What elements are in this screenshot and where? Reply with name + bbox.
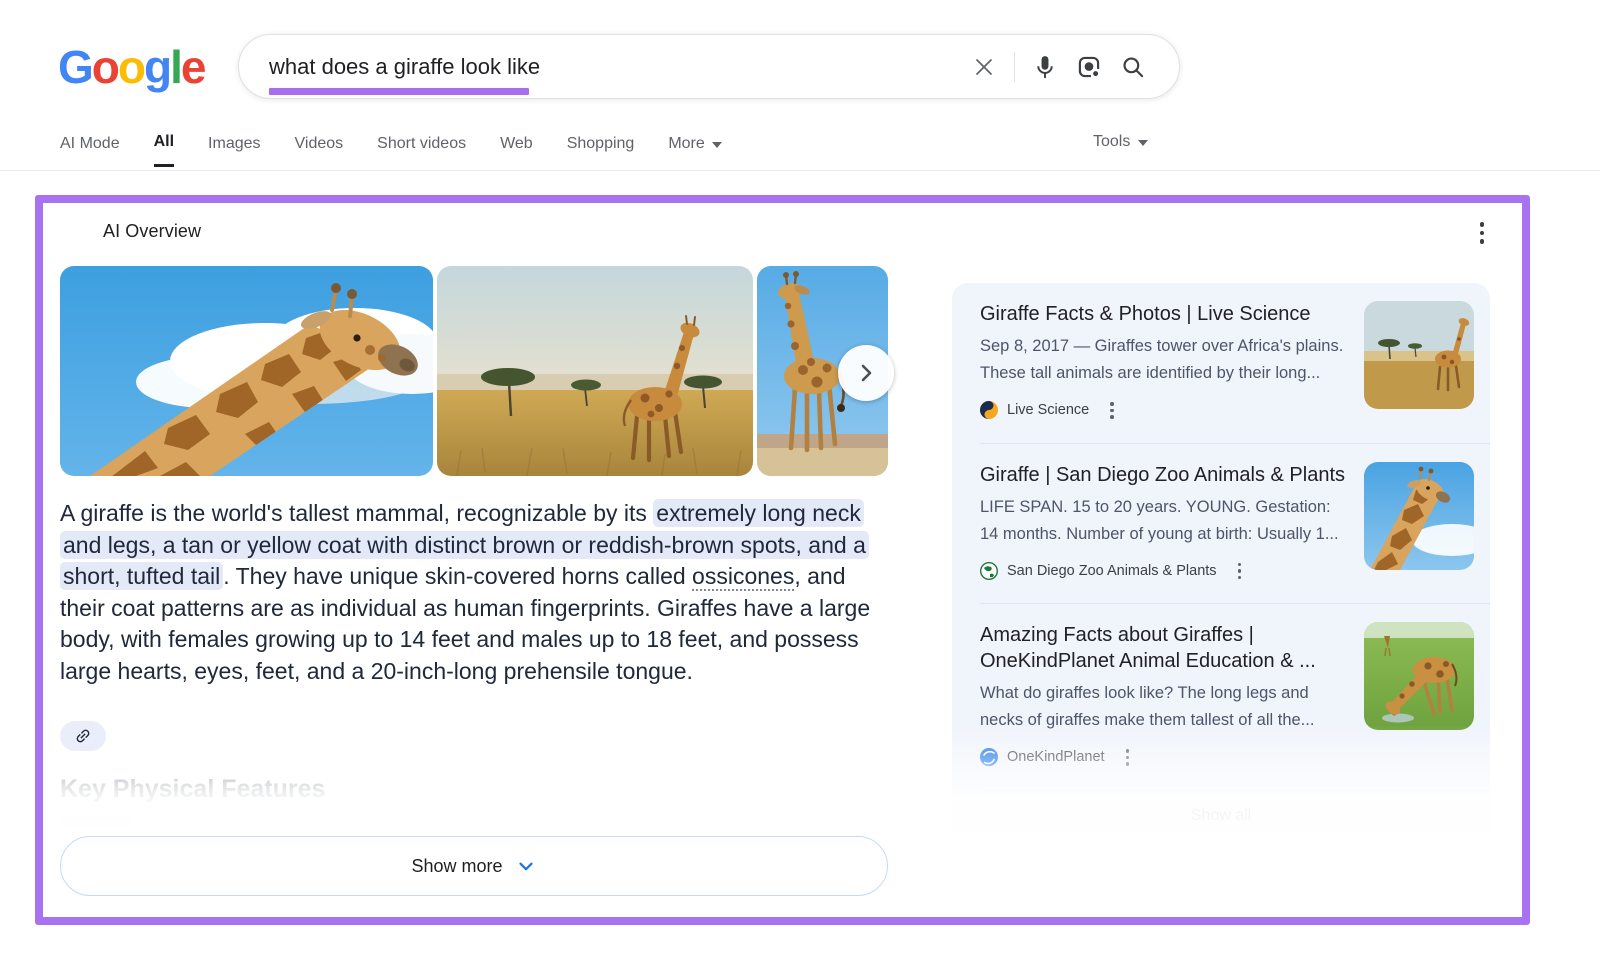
source-menu-button[interactable] [1122, 745, 1134, 770]
header-divider [0, 170, 1600, 171]
show-all-label: Show all [1191, 807, 1251, 825]
kebab-icon [1480, 222, 1485, 227]
image-search-button[interactable] [1067, 45, 1111, 89]
chevron-down-icon [1138, 140, 1148, 146]
tab-ai-mode[interactable]: AI Mode [60, 133, 120, 167]
logo-letter: o [92, 41, 118, 93]
source-snippet: Sep 8, 2017 — Giraffes tower over Africa… [980, 333, 1348, 387]
chevron-right-icon [853, 360, 879, 386]
tab-shopping[interactable]: Shopping [567, 133, 635, 167]
source-card-onekindplanet[interactable]: Amazing Facts about Giraffes | OneKindPl… [952, 604, 1490, 790]
answer-segment: . They have unique skin-covered horns ca… [223, 563, 692, 589]
ai-sparkle-icon [62, 217, 90, 245]
tab-web[interactable]: Web [500, 133, 533, 167]
search-bar[interactable]: what does a giraffe look like [238, 34, 1180, 99]
sources-link-chip[interactable] [60, 721, 106, 751]
ai-answer-text: A giraffe is the world's tallest mammal,… [60, 498, 894, 687]
source-menu-button[interactable] [1234, 559, 1246, 584]
logo-letter: o [118, 41, 144, 93]
tab-images[interactable]: Images [208, 133, 260, 167]
logo-letter: l [170, 41, 181, 93]
search-bar-divider [1014, 52, 1015, 82]
tab-label: More [668, 135, 704, 153]
chevron-down-icon [712, 142, 722, 148]
carousel-image-1[interactable] [60, 266, 433, 476]
microphone-icon [1032, 54, 1058, 80]
logo-letter: G [58, 41, 92, 93]
carousel-next-button[interactable] [838, 345, 894, 401]
answer-segment: A giraffe is the world's tallest mammal,… [60, 500, 653, 526]
google-logo[interactable]: Google [58, 40, 204, 94]
source-title[interactable]: Amazing Facts about Giraffes | OneKindPl… [980, 622, 1348, 674]
tab-all[interactable]: All [154, 133, 174, 167]
tab-videos[interactable]: Videos [295, 133, 344, 167]
source-thumbnail[interactable] [1364, 622, 1474, 730]
show-more-button[interactable]: Show more [60, 836, 888, 896]
san-diego-zoo-favicon [980, 562, 998, 580]
source-menu-button[interactable] [1106, 398, 1118, 423]
show-all-button[interactable]: Show all [952, 791, 1490, 841]
logo-letter: e [181, 41, 205, 93]
tab-label: AI Mode [60, 135, 120, 153]
source-snippet: What do giraffes look like? The long leg… [980, 680, 1348, 734]
sources-sidebar: Giraffe Facts & Photos | Live Science Se… [952, 283, 1490, 855]
image-carousel [60, 266, 888, 476]
faded-section-heading: Key Physical Features [60, 775, 325, 804]
source-thumbnail[interactable] [1364, 462, 1474, 570]
close-icon [972, 55, 996, 79]
search-submit-button[interactable] [1111, 45, 1155, 89]
tab-more[interactable]: More [668, 133, 721, 167]
clear-search-button[interactable] [962, 45, 1006, 89]
tab-label: Images [208, 135, 260, 153]
source-snippet: LIFE SPAN. 15 to 20 years. YOUNG. Gestat… [980, 494, 1348, 548]
result-type-tabs: AI Mode All Images Videos Short videos W… [60, 133, 722, 167]
source-title[interactable]: Giraffe Facts & Photos | Live Science [980, 301, 1348, 327]
tab-label: Videos [295, 135, 344, 153]
answer-term-ossicones[interactable]: ossicones [692, 563, 794, 591]
google-search-results-page: Google what does a giraffe look like [0, 0, 1600, 978]
source-thumbnail[interactable] [1364, 301, 1474, 409]
source-name: Live Science [1007, 402, 1089, 418]
source-card-san-diego-zoo[interactable]: Giraffe | San Diego Zoo Animals & Plants… [952, 444, 1490, 604]
tools-button[interactable]: Tools [1093, 133, 1148, 151]
source-card-live-science[interactable]: Giraffe Facts & Photos | Live Science Se… [952, 283, 1490, 443]
source-title[interactable]: Giraffe | San Diego Zoo Animals & Plants [980, 462, 1348, 488]
source-name: San Diego Zoo Animals & Plants [1007, 563, 1217, 579]
chevron-down-icon [515, 855, 537, 877]
tab-label: All [154, 133, 174, 151]
tab-short-videos[interactable]: Short videos [377, 133, 466, 167]
ai-overview-menu-button[interactable] [1468, 219, 1496, 247]
google-lens-icon [1076, 54, 1102, 80]
ai-query-underline [269, 88, 529, 95]
logo-letter: g [144, 41, 170, 93]
faded-text-placeholder [60, 817, 132, 827]
onekindplanet-favicon [980, 748, 998, 766]
show-more-label: Show more [411, 856, 502, 877]
ai-overview-panel: AI Overview [35, 195, 1530, 925]
carousel-image-2[interactable] [437, 266, 753, 476]
source-name: OneKindPlanet [1007, 749, 1105, 765]
search-icon [1120, 54, 1146, 80]
link-icon [74, 727, 92, 745]
live-science-favicon [980, 401, 998, 419]
search-input[interactable]: what does a giraffe look like [239, 54, 962, 80]
ai-overview-title: AI Overview [103, 221, 201, 242]
voice-search-button[interactable] [1023, 45, 1067, 89]
tab-label: Shopping [567, 135, 635, 153]
tools-label: Tools [1093, 133, 1130, 151]
tab-label: Short videos [377, 135, 466, 153]
tab-label: Web [500, 135, 533, 153]
